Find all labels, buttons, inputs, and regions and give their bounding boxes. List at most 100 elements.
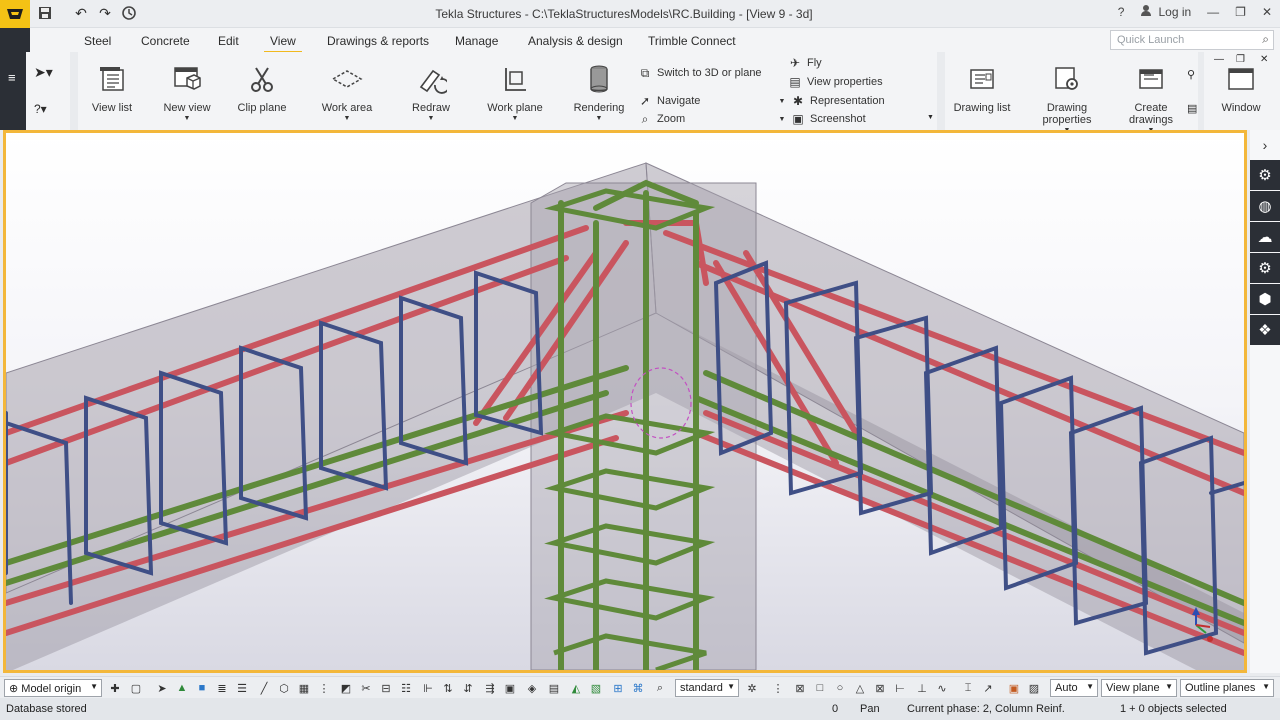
filter-standard-select[interactable]: standard ▼ — [675, 679, 739, 697]
rendering-button[interactable]: Rendering ▼ — [562, 62, 636, 122]
restore-icon[interactable]: ❐ — [1235, 5, 1246, 19]
side-pane: › ⚙ ◍ ☁ ⚙ ⬢ ❖ — [1250, 130, 1280, 673]
select-points-icon[interactable]: ☷ — [398, 680, 414, 696]
snap-toggle-icon[interactable]: ▢ — [128, 680, 144, 696]
tab-steel[interactable]: Steel — [84, 34, 111, 48]
view-plane-select[interactable]: View plane ▼ — [1101, 679, 1177, 697]
work-area-button[interactable]: Work area ▼ — [310, 62, 384, 122]
select-blue-2-icon[interactable]: ⌘ — [630, 680, 646, 696]
close-icon[interactable]: ✕ — [1262, 5, 1272, 19]
cloud-icon[interactable]: ☁ — [1250, 222, 1280, 252]
view-minimize-icon[interactable]: — — [1214, 54, 1224, 65]
user-icon[interactable] — [1140, 4, 1152, 19]
snap-free-icon[interactable]: ∿ — [934, 680, 950, 696]
view-properties-icon: ▤ — [789, 75, 801, 89]
drawing-extra-icon[interactable]: ⚲ — [1187, 68, 1195, 81]
snap-intersection-icon[interactable]: △ — [852, 680, 868, 696]
tab-edit[interactable]: Edit — [218, 34, 239, 48]
snap-arrow-icon[interactable]: ↗ — [980, 680, 996, 696]
snap-grip-icon[interactable]: ⋮ — [770, 680, 786, 696]
globe-icon[interactable]: ◍ — [1250, 191, 1280, 221]
panel-expand-icon[interactable]: ▼ — [927, 114, 934, 121]
redraw-button[interactable]: Redraw ▼ — [394, 62, 468, 122]
help-icon[interactable]: ? — [1118, 5, 1125, 19]
snap-settings-icon[interactable]: ✲ — [744, 680, 760, 696]
view-restore-icon[interactable]: ❐ — [1236, 54, 1245, 65]
tab-analysis-design[interactable]: Analysis & design — [528, 34, 623, 48]
select-components-icon[interactable]: ⬡ — [276, 680, 292, 696]
minimize-icon[interactable]: — — [1207, 5, 1219, 19]
switch-3d-button[interactable]: ⧉ Switch to 3D or plane — [638, 66, 762, 80]
select-objects-icon[interactable]: ⇵ — [460, 680, 476, 696]
representation-button[interactable]: ▼ ✱ Representation — [778, 94, 885, 108]
snap-extension-icon[interactable]: ⌶ — [960, 680, 976, 696]
model-viewport[interactable] — [3, 130, 1247, 673]
settings-gear-icon[interactable]: ⚙ — [1250, 160, 1280, 190]
cube-icon[interactable]: ⬢ — [1250, 284, 1280, 314]
select-green-icon[interactable]: ◭ — [568, 680, 584, 696]
expand-side-pane-icon[interactable]: › — [1250, 130, 1280, 160]
zoom-button[interactable]: ⌕ Zoom — [638, 112, 686, 126]
select-surface-icon[interactable]: ■ — [194, 680, 210, 696]
menu-icon[interactable]: ≡ — [8, 70, 16, 85]
select-reference-icon[interactable]: ⊩ — [420, 680, 436, 696]
tab-trimble-connect[interactable]: Trimble Connect — [648, 34, 736, 48]
login-link[interactable]: Log in — [1158, 5, 1191, 19]
select-tool-icon[interactable]: ➤▾ — [34, 64, 53, 81]
switch-3d-icon: ⧉ — [640, 65, 650, 80]
tab-view[interactable]: View — [264, 34, 302, 54]
select-parts-icon[interactable]: ▲ — [174, 680, 190, 696]
select-all-icon[interactable]: ➤ — [154, 680, 170, 696]
select-drawing-icon[interactable]: ▣ — [502, 680, 518, 696]
window-button[interactable]: Window — [1204, 62, 1278, 114]
outline-planes-select[interactable]: Outline planes ▼ — [1180, 679, 1274, 697]
view-list-button[interactable]: View list — [75, 62, 149, 114]
snap-plane-icon[interactable]: ▨ — [1026, 680, 1042, 696]
select-planes-icon[interactable]: ⊟ — [378, 680, 394, 696]
select-surfaces-icon[interactable]: ▤ — [546, 680, 562, 696]
select-blue-icon[interactable]: ⊞ — [610, 680, 626, 696]
components-icon[interactable]: ❖ — [1250, 315, 1280, 345]
snap-nearest-icon[interactable]: ⊥ — [914, 680, 930, 696]
gear-icon[interactable]: ⚙ — [1250, 253, 1280, 283]
snap-perpendicular-icon[interactable]: ⊠ — [872, 680, 888, 696]
snap-center-icon[interactable]: ○ — [832, 680, 848, 696]
tab-manage[interactable]: Manage — [455, 34, 498, 48]
select-layers-icon[interactable]: ◈ — [524, 680, 540, 696]
select-welds-icon[interactable]: ≣ — [214, 680, 230, 696]
model-origin-select[interactable]: ⊕ Model origin ▼ — [4, 679, 102, 697]
select-grid-icon[interactable]: ☰ — [234, 680, 250, 696]
screenshot-button[interactable]: ▼ ▣ Screenshot — [778, 112, 866, 126]
select-lines-icon[interactable]: ╱ — [256, 680, 272, 696]
tab-drawings-reports[interactable]: Drawings & reports — [327, 34, 429, 48]
select-rebar-icon[interactable]: ⋮ — [316, 680, 332, 696]
view-close-icon[interactable]: ✕ — [1260, 54, 1268, 65]
select-assembly-icon[interactable]: ⇅ — [440, 680, 456, 696]
new-view-button[interactable]: New view ▼ — [150, 62, 224, 122]
work-plane-button[interactable]: Work plane ▼ — [478, 62, 552, 122]
help-pointer-icon[interactable]: ?▾ — [34, 102, 47, 116]
drawing-extra-icon-2[interactable]: ▤ — [1187, 102, 1197, 115]
clip-plane-button[interactable]: Clip plane — [225, 62, 299, 114]
view-properties-button[interactable]: ▤ View properties — [788, 75, 882, 89]
select-cuts-icon[interactable]: ✂ — [358, 680, 374, 696]
tab-concrete[interactable]: Concrete — [141, 34, 190, 48]
snap-orange-icon[interactable]: ▣ — [1006, 680, 1022, 696]
drawing-list-button[interactable]: Drawing list — [945, 62, 1019, 114]
select-green-2-icon[interactable]: ▧ — [588, 680, 604, 696]
status-phase[interactable]: Current phase: 2, Column Reinf. — [907, 703, 1065, 715]
snap-reference-icon[interactable]: ⊠ — [792, 680, 808, 696]
create-drawings-button[interactable]: Create drawings ▼ — [1114, 62, 1188, 134]
grid-toggle-icon[interactable]: ✚ — [107, 680, 123, 696]
auto-select[interactable]: Auto ▼ — [1050, 679, 1098, 697]
select-search-icon[interactable]: ⌕ — [652, 680, 668, 696]
drawing-properties-button[interactable]: Drawing properties ▼ — [1030, 62, 1104, 134]
select-bolts-icon[interactable]: ▦ — [296, 680, 312, 696]
navigate-button[interactable]: ➚ Navigate — [638, 94, 700, 108]
snap-geometry-icon[interactable]: □ — [812, 680, 828, 696]
select-filter-icon[interactable]: ⇶ — [482, 680, 498, 696]
fly-button[interactable]: ✈ Fly — [788, 56, 822, 70]
quick-launch-input[interactable]: Quick Launch ⌕ — [1110, 30, 1274, 50]
select-pours-icon[interactable]: ◩ — [338, 680, 354, 696]
snap-line-icon[interactable]: ⊢ — [892, 680, 908, 696]
